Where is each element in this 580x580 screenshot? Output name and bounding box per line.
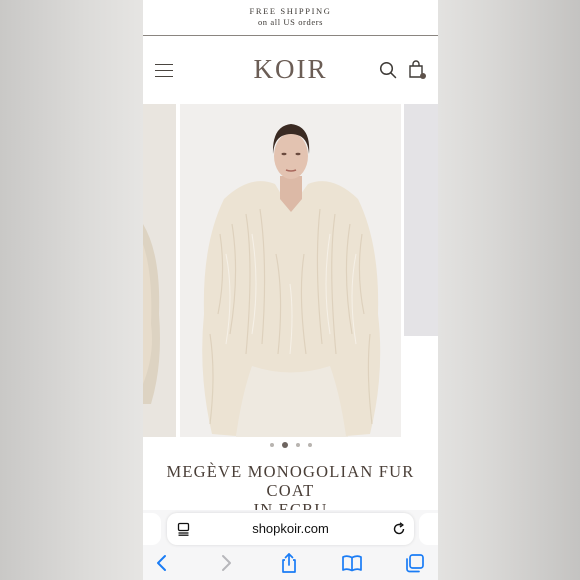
gallery-pagination[interactable] [143,442,438,452]
promo-line-1: FREE SHIPPING [249,6,332,16]
forward-icon[interactable] [215,552,237,574]
address-bar[interactable]: shopkoir.com [167,513,414,545]
phone-screen: FREE SHIPPING on all US orders KOIR MEGÈ… [143,0,438,580]
reload-icon[interactable] [392,522,406,536]
promo-banner[interactable]: FREE SHIPPING on all US orders [143,0,438,35]
next-tab-pill[interactable] [419,513,438,545]
tabs-icon[interactable] [404,552,426,574]
pagination-dot[interactable] [307,443,312,447]
previous-tab-pill[interactable] [143,513,161,545]
background-blur-right [438,0,580,580]
pagination-dot-active[interactable] [281,442,288,448]
browser-toolbar [143,548,438,580]
pagination-dot[interactable] [295,443,300,447]
shopping-bag-icon[interactable] [407,60,427,80]
site-header: KOIR [143,36,438,104]
url-text: shopkoir.com [252,521,329,536]
product-title-line-1: MEGÈVE MONOGOLIAN FUR COAT [166,462,415,500]
promo-line-2: on all US orders [257,17,324,27]
product-gallery[interactable] [143,104,438,438]
bookmarks-icon[interactable] [341,552,363,574]
back-icon[interactable] [151,552,173,574]
next-product-image-partial [404,104,438,336]
gallery-slide-previous[interactable] [143,104,176,437]
pagination-dot[interactable] [269,443,274,447]
gallery-slide-next[interactable] [404,104,438,336]
safari-bottom-bar: shopkoir.com [143,510,438,580]
fur-coat-image-partial [143,104,176,437]
fur-coat-model-image [180,104,401,437]
background-blur-left [0,0,143,580]
share-icon[interactable] [278,552,300,574]
gallery-slide-active[interactable] [180,104,401,437]
search-icon[interactable] [379,61,397,79]
